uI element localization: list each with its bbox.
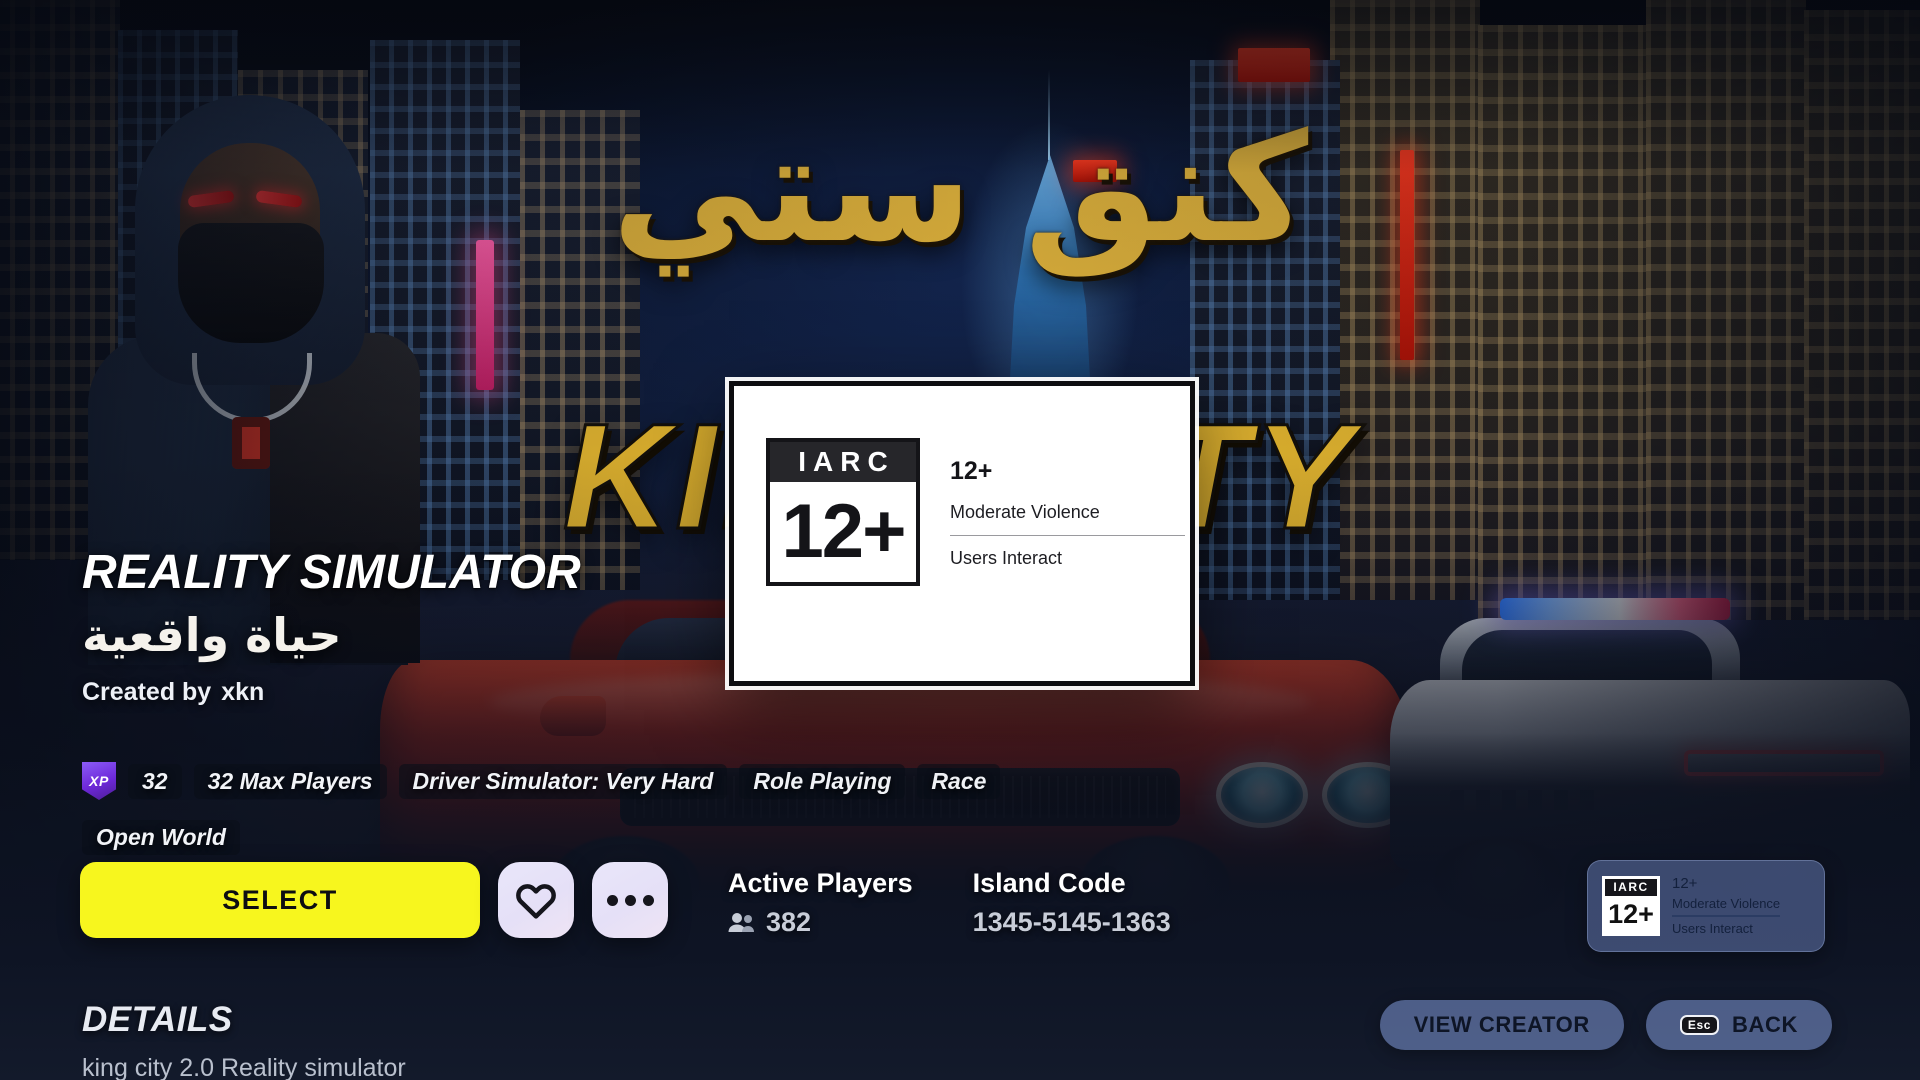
tag-race: Race [917,763,1001,799]
created-by-label: Created by [82,678,212,706]
iarc-logo-large-icon: IARC 12+ [766,438,920,586]
tag-xp-value: 32 [128,763,182,799]
ellipsis-icon [606,894,654,906]
tag-difficulty: Driver Simulator: Very Hard [398,763,728,799]
iarc-modal-mark-top: IARC [770,442,916,482]
rating-modal-descriptor-2: Users Interact [950,548,1063,568]
rating-modal-text: 12+ Moderate Violence Users Interact [950,455,1185,569]
iarc-logo-icon: IARC 12+ [1602,876,1660,936]
details-body: king city 2.0 Reality simulator [82,1054,406,1080]
select-button[interactable]: SELECT [80,862,480,938]
active-players-value-row: 382 [728,907,913,938]
more-options-button[interactable] [592,862,668,938]
rating-badge[interactable]: IARC 12+ 12+ Moderate Violence Users Int… [1587,860,1825,952]
favorite-button[interactable] [498,862,574,938]
tag-max-players: 32 Max Players [193,763,387,799]
view-creator-button[interactable]: VIEW CREATOR [1379,1000,1624,1050]
rating-badge-text: 12+ Moderate Violence Users Interact [1672,874,1781,937]
rating-modal-divider [950,535,1185,536]
view-creator-label: VIEW CREATOR [1413,1012,1590,1037]
rating-badge-descriptor-1: Moderate Violence [1672,895,1781,911]
active-players-value: 382 [766,907,812,937]
stats-bar: Active Players 382 Island Code 1345-5145… [728,868,1171,938]
tag-row: XP 32 32 Max Players Driver Simulator: V… [82,762,1182,855]
details-section: DETAILS king city 2.0 Reality simulator [82,1000,406,1080]
people-icon [728,912,755,933]
iarc-mark-age: 12+ [1605,896,1657,933]
rating-badge-age: 12+ [1672,875,1698,893]
iarc-mark-top: IARC [1605,879,1657,896]
tag-role-playing: Role Playing [739,763,906,799]
active-players-label: Active Players [728,868,913,898]
island-code-value[interactable]: 1345-5145-1363 [973,907,1171,938]
rating-badge-descriptor-2: Users Interact [1672,921,1753,937]
tag-open-world: Open World [82,820,240,855]
island-code-label: Island Code [972,868,1126,898]
back-label: BACK [1732,1012,1798,1037]
rating-modal[interactable]: IARC 12+ 12+ Moderate Violence Users Int… [729,381,1195,686]
island-code-stat: Island Code 1345-5145-1363 [973,868,1171,938]
active-players-stat: Active Players 382 [728,868,913,938]
back-button[interactable]: Esc BACK [1645,1000,1832,1050]
rating-modal-age: 12+ [950,457,993,485]
creator-name[interactable]: xkn [221,678,264,706]
heart-icon [515,881,557,919]
rating-badge-divider [1672,915,1781,918]
footer-button-bar: VIEW CREATOR Esc BACK [1379,1000,1832,1050]
iarc-modal-mark-age: 12+ [781,489,907,574]
xp-badge-icon: XP [82,762,116,800]
rating-modal-descriptor-1: Moderate Violence [950,502,1100,522]
esc-key-icon: Esc [1679,1015,1720,1035]
island-detail-screen: كنق ستي KING CITY REALITY SIMULATOR حياة… [0,0,1920,1080]
action-bar: SELECT [80,862,668,938]
details-heading: DETAILS [82,1000,233,1039]
